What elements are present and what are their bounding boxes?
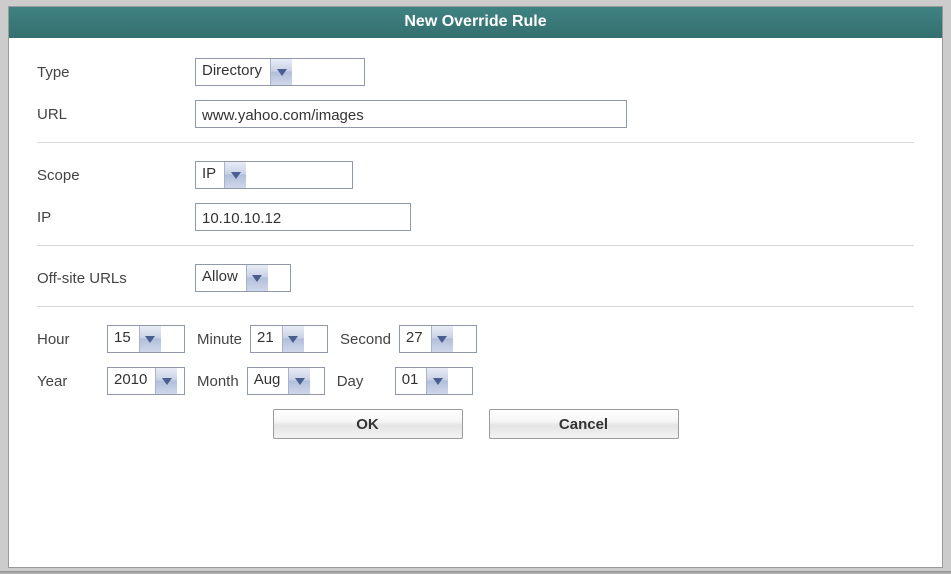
label-scope: Scope — [37, 167, 195, 184]
row-ip: IP — [37, 203, 914, 231]
chevron-down-icon — [288, 368, 310, 394]
dialog-window: New Override Rule Type Directory URL — [8, 6, 943, 568]
offsite-select-value: Allow — [196, 265, 246, 291]
cancel-button[interactable]: Cancel — [489, 409, 679, 439]
day-select[interactable]: 01 — [395, 367, 473, 395]
offsite-select[interactable]: Allow — [195, 264, 291, 292]
chevron-down-icon — [282, 326, 304, 352]
label-day: Day — [337, 373, 395, 390]
minute-select[interactable]: 21 — [250, 325, 328, 353]
chevron-down-icon — [155, 368, 177, 394]
separator — [37, 306, 914, 307]
dialog-title: New Override Rule — [9, 7, 942, 38]
row-time: Hour 15 Minute 21 Second 27 — [37, 325, 914, 353]
label-month: Month — [197, 373, 239, 390]
second-select-value: 27 — [400, 326, 431, 352]
day-select-value: 01 — [396, 368, 427, 394]
month-select-value: Aug — [248, 368, 289, 394]
row-url: URL — [37, 100, 914, 128]
label-offsite: Off-site URLs — [37, 270, 195, 287]
label-hour: Hour — [37, 331, 107, 348]
label-url: URL — [37, 106, 195, 123]
scope-select-value: IP — [196, 162, 224, 188]
app-frame: New Override Rule Type Directory URL — [0, 0, 951, 574]
chevron-down-icon — [224, 162, 246, 188]
label-year: Year — [37, 373, 107, 390]
label-minute: Minute — [197, 331, 242, 348]
url-input[interactable] — [195, 100, 627, 128]
separator — [37, 142, 914, 143]
row-scope: Scope IP — [37, 161, 914, 189]
label-ip: IP — [37, 209, 195, 226]
separator — [37, 245, 914, 246]
hour-select-value: 15 — [108, 326, 139, 352]
type-select-value: Directory — [196, 59, 270, 85]
scope-select[interactable]: IP — [195, 161, 353, 189]
label-second: Second — [340, 331, 391, 348]
minute-select-value: 21 — [251, 326, 282, 352]
row-offsite: Off-site URLs Allow — [37, 264, 914, 292]
chevron-down-icon — [426, 368, 448, 394]
row-date: Year 2010 Month Aug Day 01 — [37, 367, 914, 395]
second-select[interactable]: 27 — [399, 325, 477, 353]
chevron-down-icon — [139, 326, 161, 352]
chevron-down-icon — [270, 59, 292, 85]
ip-input[interactable] — [195, 203, 411, 231]
type-select[interactable]: Directory — [195, 58, 365, 86]
button-row: OK Cancel — [37, 409, 914, 439]
hour-select[interactable]: 15 — [107, 325, 185, 353]
row-type: Type Directory — [37, 58, 914, 86]
year-select[interactable]: 2010 — [107, 367, 185, 395]
chevron-down-icon — [246, 265, 268, 291]
ok-button[interactable]: OK — [273, 409, 463, 439]
chevron-down-icon — [431, 326, 453, 352]
year-select-value: 2010 — [108, 368, 155, 394]
label-type: Type — [37, 64, 195, 81]
dialog-body: Type Directory URL Scope IP — [9, 38, 942, 567]
month-select[interactable]: Aug — [247, 367, 325, 395]
